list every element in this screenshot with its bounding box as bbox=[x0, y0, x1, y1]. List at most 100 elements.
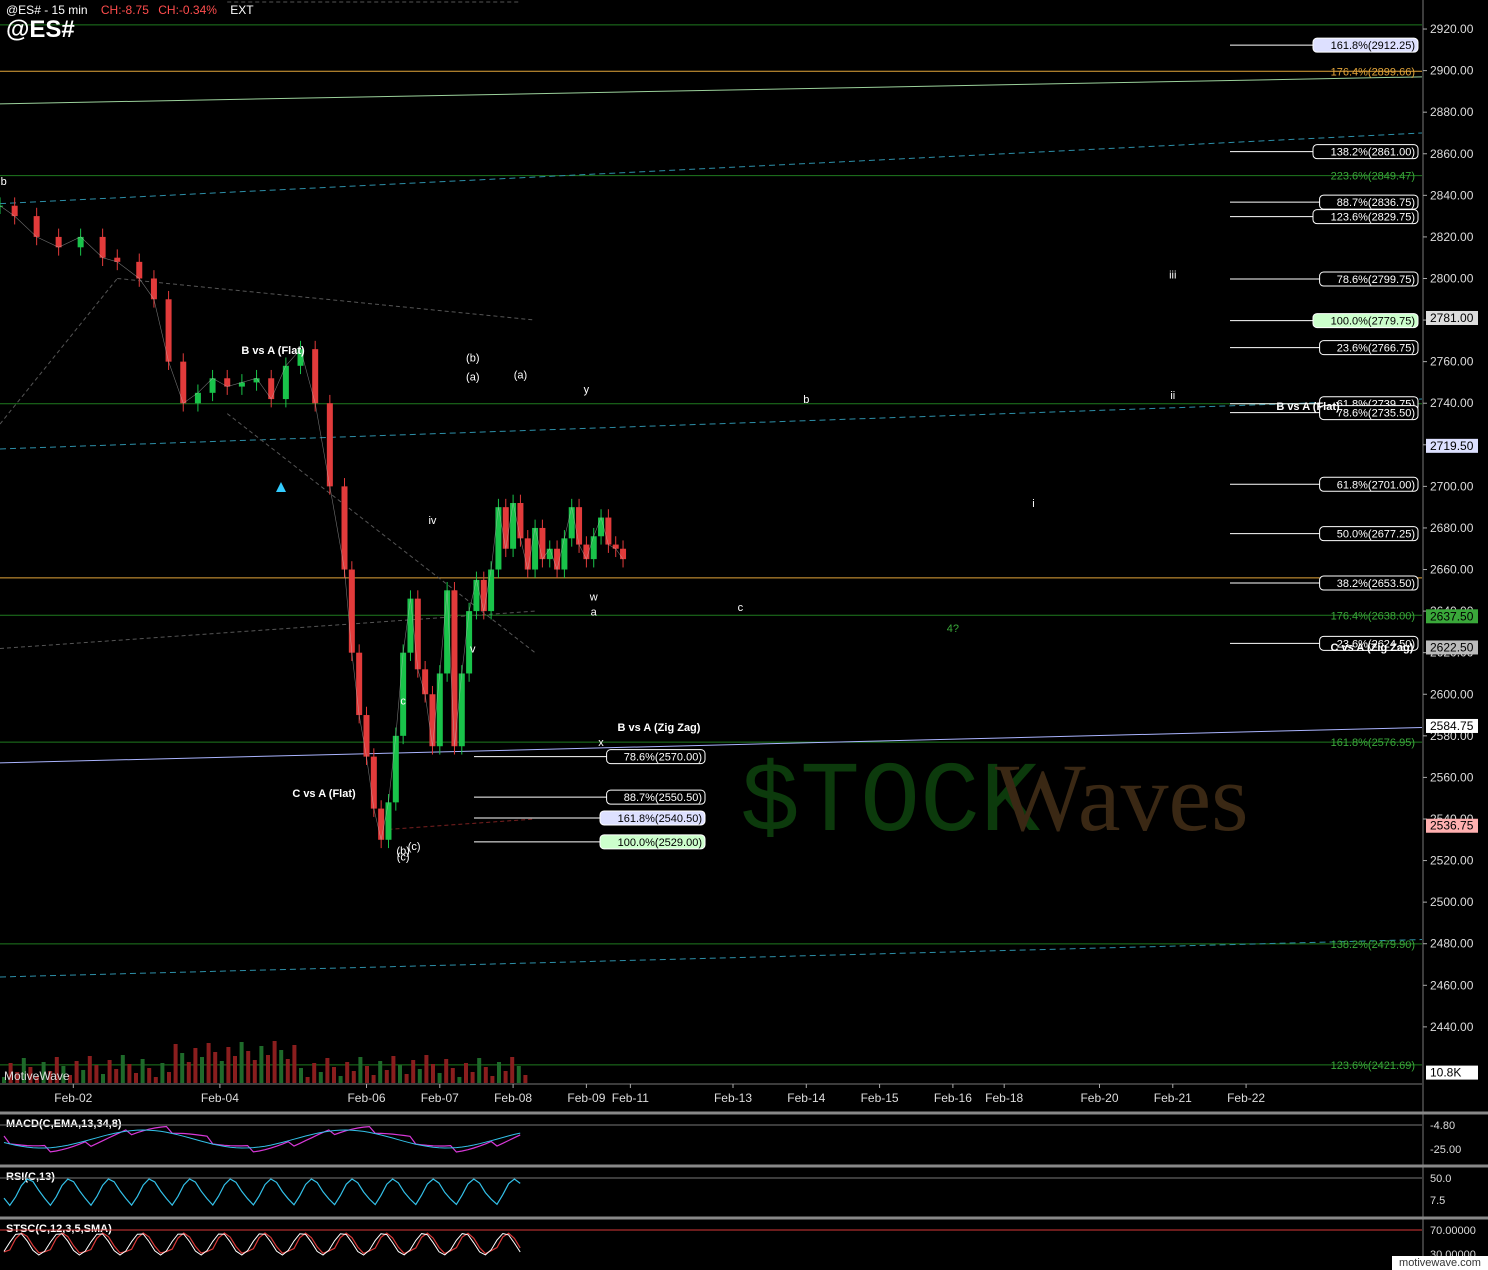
candle-body-41 bbox=[488, 569, 495, 612]
volume-bar-31 bbox=[206, 1043, 211, 1083]
volume-bar-77 bbox=[510, 1057, 515, 1083]
volume-bar-65 bbox=[431, 1064, 435, 1083]
wave-label-1: C vs A (Flat) bbox=[292, 788, 356, 800]
price-tag-label-3: 2622.50 bbox=[1430, 640, 1474, 654]
volume-bar-63 bbox=[417, 1069, 422, 1083]
fib-label-21: 138.2%(2479.90) bbox=[1331, 939, 1415, 951]
date-tick-label-8: Feb-14 bbox=[787, 1091, 825, 1105]
volume-bar-17 bbox=[114, 1069, 119, 1083]
candle-body-31 bbox=[414, 598, 421, 670]
candle-body-25 bbox=[370, 756, 377, 809]
candle-body-28 bbox=[392, 735, 399, 803]
candle-body-26 bbox=[378, 808, 385, 840]
date-tick-label-11: Feb-18 bbox=[985, 1091, 1023, 1105]
volume-bar-58 bbox=[384, 1070, 389, 1083]
candle-body-48 bbox=[539, 527, 546, 560]
volume-bar-25 bbox=[167, 1072, 171, 1083]
price-tick-label-12: 2680.00 bbox=[1430, 521, 1474, 535]
volume-bar-36 bbox=[239, 1042, 244, 1083]
volume-bar-50 bbox=[332, 1067, 336, 1083]
volume-bar-48 bbox=[318, 1072, 323, 1083]
price-tick-label-20: 2840.00 bbox=[1430, 188, 1474, 202]
fib-label-12: 50.0%(2677.25) bbox=[1337, 529, 1415, 541]
volume-bar-18 bbox=[120, 1055, 125, 1083]
wave-label-3: C vs A (Zig Zag) bbox=[1331, 642, 1414, 654]
wave-label-22: iv bbox=[428, 515, 436, 527]
price-tick-label-15: 2740.00 bbox=[1430, 396, 1474, 410]
date-tick-label-1: Feb-04 bbox=[201, 1091, 239, 1105]
date-tick-label-10: Feb-16 bbox=[934, 1091, 972, 1105]
volume-bar-22 bbox=[147, 1068, 152, 1083]
wave-label-0: B vs A (Flat) bbox=[241, 345, 305, 357]
volume-bar-26 bbox=[173, 1044, 178, 1083]
price-tick-label-24: 2920.00 bbox=[1430, 22, 1474, 36]
candle-body-58 bbox=[612, 544, 619, 549]
date-tick-label-14: Feb-22 bbox=[1227, 1091, 1265, 1105]
fib-label-13: 38.2%(2653.50) bbox=[1337, 578, 1415, 590]
wave-label-16: c bbox=[738, 602, 744, 614]
fib-label-3: 223.6%(2849.47) bbox=[1331, 171, 1415, 183]
candle-body-37 bbox=[458, 673, 465, 747]
price-tick-label-22: 2880.00 bbox=[1430, 105, 1474, 119]
volume-bar-30 bbox=[200, 1057, 204, 1083]
ticker-label: @ES# - 15 min bbox=[6, 3, 88, 17]
volume-bar-16 bbox=[107, 1060, 112, 1083]
stockwaves-watermark: $TOCK Waves bbox=[740, 744, 1249, 861]
wave-label-9: (a) bbox=[514, 369, 527, 381]
pane-tick-2-0: 70.00000 bbox=[1430, 1225, 1476, 1237]
volume-bar-19 bbox=[127, 1064, 132, 1083]
price-tick-label-23: 2900.00 bbox=[1430, 64, 1474, 78]
volume-bar-52 bbox=[345, 1062, 350, 1083]
candle-body-7 bbox=[136, 261, 143, 279]
volume-bar-46 bbox=[305, 1077, 310, 1083]
volume-bar-37 bbox=[246, 1051, 251, 1083]
pane-tick-1-0: 50.0 bbox=[1430, 1173, 1451, 1185]
candle-body-33 bbox=[429, 694, 436, 747]
fib-label-8: 23.6%(2766.75) bbox=[1337, 343, 1415, 355]
fib-label-11: 61.8%(2701.00) bbox=[1337, 479, 1415, 491]
wave-label-19: i bbox=[1032, 498, 1034, 510]
price-tick-label-4: 2520.00 bbox=[1430, 854, 1474, 868]
volume-bar-64 bbox=[424, 1055, 429, 1083]
volume-bar-79 bbox=[523, 1075, 528, 1083]
volume-bar-56 bbox=[371, 1075, 376, 1083]
price-tick-label-19: 2820.00 bbox=[1430, 230, 1474, 244]
wave-label-17: b bbox=[803, 394, 809, 406]
price-tag-label-0: 2781.00 bbox=[1430, 311, 1474, 325]
price-tick-label-18: 2800.00 bbox=[1430, 271, 1474, 285]
fib-label-2: 138.2%(2861.00) bbox=[1331, 147, 1415, 159]
volume-bar-24 bbox=[160, 1063, 165, 1083]
volume-bar-14 bbox=[94, 1065, 99, 1083]
volume-bar-57 bbox=[378, 1061, 383, 1083]
fib-label-6: 78.6%(2799.75) bbox=[1337, 274, 1415, 286]
candle-body-59 bbox=[620, 548, 627, 560]
wave-label-20: ii bbox=[1170, 390, 1175, 402]
pane-tick-1-1: 7.5 bbox=[1430, 1195, 1445, 1207]
wave-label-2: B vs A (Zig Zag) bbox=[618, 722, 701, 734]
candle-body-47 bbox=[532, 527, 539, 570]
candle-body-56 bbox=[598, 517, 605, 537]
volume-bar-66 bbox=[437, 1073, 442, 1083]
candle-body-43 bbox=[502, 507, 509, 549]
volume-bar-78 bbox=[516, 1066, 521, 1083]
price-chart[interactable]: $TOCK Waves 161.8%(2912.25) 176.4%(2899.6… bbox=[0, 0, 1488, 1270]
volume-bar-73 bbox=[483, 1067, 488, 1083]
candle-body-24 bbox=[363, 715, 370, 757]
wave-label-23: v bbox=[470, 644, 476, 656]
candle-body-50 bbox=[554, 548, 561, 570]
fib-label-18: 88.7%(2550.50) bbox=[624, 792, 702, 804]
volume-bar-43 bbox=[285, 1059, 290, 1083]
price-tick-label-0: 2440.00 bbox=[1430, 1020, 1474, 1034]
price-tick-label-1: 2460.00 bbox=[1430, 978, 1474, 992]
date-tick-label-0: Feb-02 bbox=[54, 1091, 92, 1105]
wave-label-10: y bbox=[584, 384, 590, 396]
volume-bar-68 bbox=[450, 1068, 455, 1083]
volume-bar-40 bbox=[266, 1055, 270, 1083]
candle-body-55 bbox=[590, 536, 597, 560]
volume-bar-76 bbox=[503, 1071, 508, 1083]
candle-body-27 bbox=[385, 802, 392, 840]
footer-site[interactable]: motivewave.com bbox=[1392, 1256, 1488, 1270]
volume-bar-54 bbox=[358, 1057, 363, 1083]
watermark-waves-text: Waves bbox=[995, 744, 1249, 851]
volume-bar-74 bbox=[490, 1076, 495, 1083]
